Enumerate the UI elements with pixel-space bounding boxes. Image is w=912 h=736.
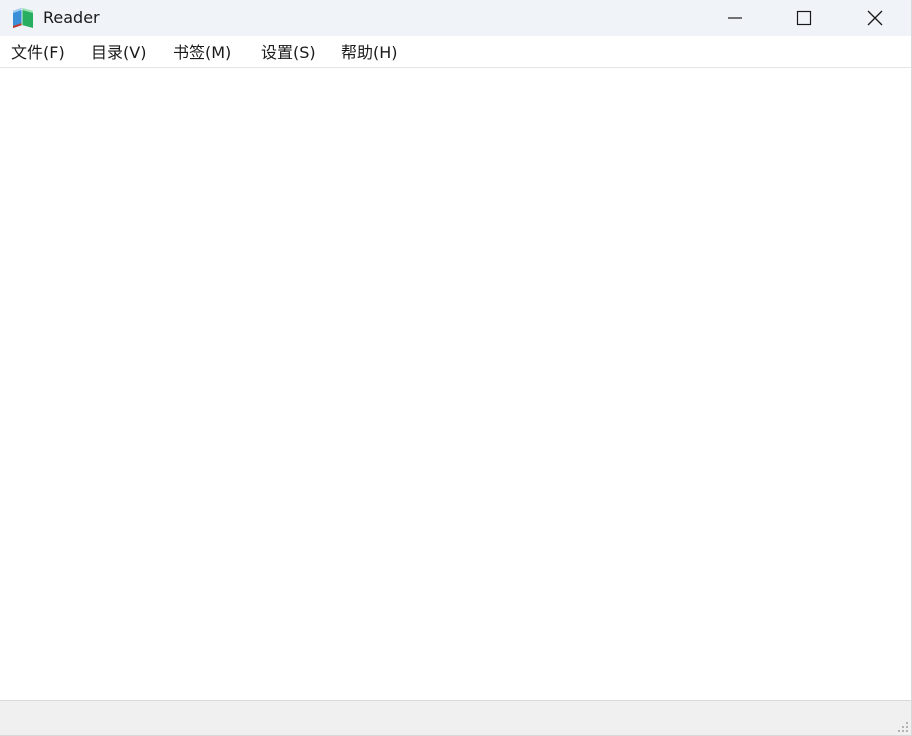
reading-area[interactable] bbox=[0, 69, 911, 700]
menu-help[interactable]: 帮助(H) bbox=[341, 43, 398, 63]
menu-settings[interactable]: 设置(S) bbox=[261, 43, 316, 63]
minimize-button[interactable] bbox=[701, 0, 769, 36]
close-button[interactable] bbox=[841, 0, 909, 36]
menu-catalog[interactable]: 目录(V) bbox=[91, 43, 146, 63]
resize-grip-icon[interactable] bbox=[897, 721, 909, 733]
menu-file[interactable]: 文件(F) bbox=[11, 43, 65, 63]
minimize-icon bbox=[727, 10, 743, 26]
title-bar[interactable]: Reader bbox=[0, 0, 911, 36]
window-title: Reader bbox=[43, 8, 100, 27]
book-icon[interactable] bbox=[12, 7, 34, 29]
menu-bookmarks[interactable]: 书签(M) bbox=[173, 43, 231, 63]
app-window: Reader 文件(F) 目录(V) 书签(M) 设置(S) 帮助(H) bbox=[0, 0, 912, 736]
maximize-icon bbox=[796, 10, 812, 26]
menu-bar: 文件(F) 目录(V) 书签(M) 设置(S) 帮助(H) bbox=[0, 36, 911, 68]
status-bar bbox=[0, 700, 911, 735]
maximize-button[interactable] bbox=[770, 0, 838, 36]
close-icon bbox=[867, 10, 883, 26]
